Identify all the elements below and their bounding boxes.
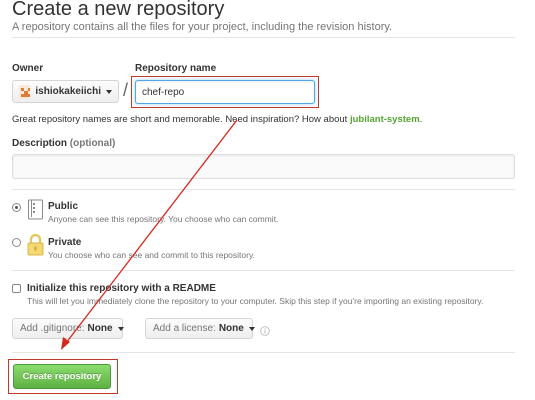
public-desc: Anyone can see this repository. You choo… [48, 214, 279, 224]
annotation-arrow [61, 119, 238, 350]
repo-name-input[interactable]: chef-repo [135, 80, 315, 104]
readme-desc: This will let you immediately clone the … [27, 296, 484, 306]
description-input[interactable] [12, 154, 515, 179]
create-repository-button[interactable]: Create repository [13, 364, 111, 389]
owner-select[interactable]: ishiokakeiichi [12, 80, 119, 103]
repo-name-value: chef-repo [142, 86, 185, 98]
visibility-divider [12, 270, 515, 271]
description-divider [12, 189, 515, 190]
owner-name: ishiokakeiichi [35, 86, 101, 97]
owner-avatar [19, 84, 31, 99]
owner-label: Owner [12, 63, 44, 74]
chevron-down-icon [248, 326, 255, 331]
chevron-down-icon [106, 89, 112, 94]
description-optional: (optional) [69, 138, 116, 149]
gitignore-label: Add .gitignore: [20, 323, 85, 334]
page-title: Create a new repository [12, 0, 225, 20]
chevron-down-icon [117, 326, 124, 331]
options-divider [12, 352, 515, 353]
hint-text: Great repository names are short and mem… [12, 114, 350, 125]
private-desc: You choose who can see and commit to thi… [48, 250, 255, 260]
owner-repo-separator: / [123, 80, 129, 100]
public-radio[interactable] [12, 203, 21, 212]
readme-title[interactable]: Initialize this repository with a README [27, 283, 216, 294]
description-label: Description (optional) [12, 138, 115, 149]
private-title[interactable]: Private [48, 237, 81, 248]
license-select[interactable]: Add a license: None [145, 318, 255, 339]
readme-checkbox[interactable] [12, 284, 21, 293]
repo-name-label: Repository name [135, 63, 217, 74]
private-radio[interactable] [12, 238, 21, 247]
license-label: Add a license: [153, 323, 216, 334]
license-value: None [218, 323, 244, 334]
lock-icon [26, 233, 45, 256]
name-suggestion-link[interactable]: jubilant-system [350, 114, 420, 125]
repo-icon [27, 199, 44, 220]
public-title[interactable]: Public [48, 201, 78, 212]
header-divider [12, 37, 515, 38]
description-label-text: Description [12, 138, 68, 149]
gitignore-select[interactable]: Add .gitignore: None [12, 318, 124, 339]
info-icon[interactable] [260, 323, 270, 336]
page-subtitle: A repository contains all the files for … [12, 21, 393, 33]
gitignore-value: None [87, 323, 113, 334]
hint-end: . [419, 114, 423, 125]
repo-name-hint: Great repository names are short and mem… [12, 114, 422, 125]
avatar-icon [19, 84, 31, 99]
